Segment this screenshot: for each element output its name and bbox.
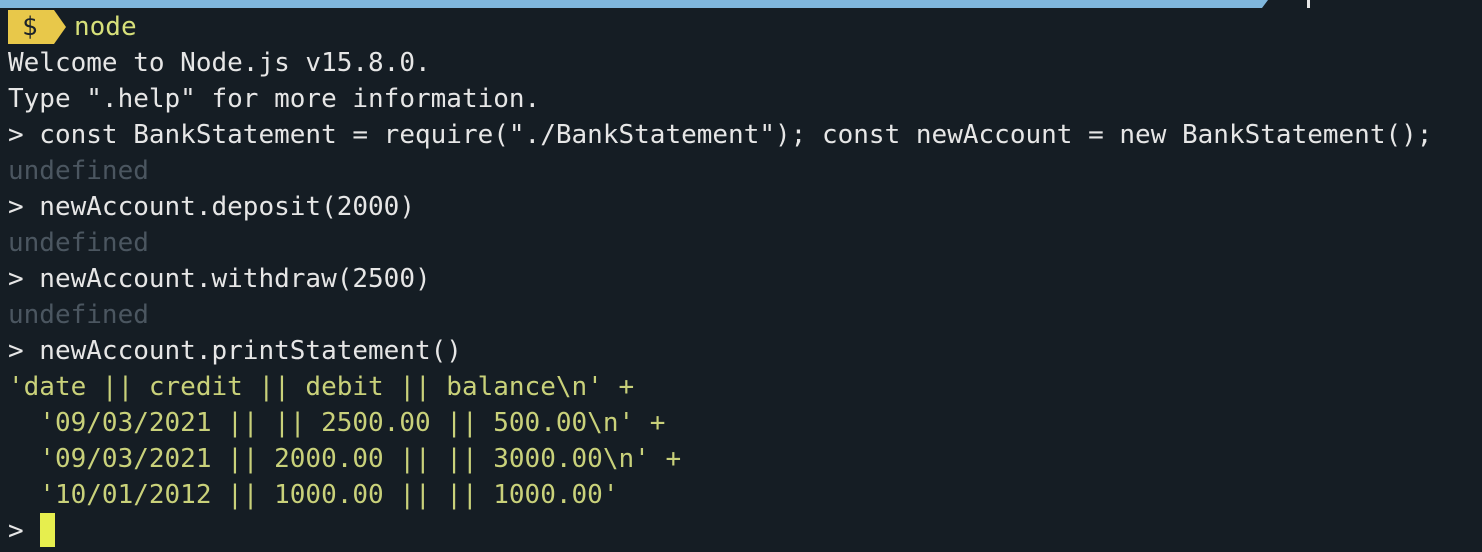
repl-result-line: undefined: [8, 300, 149, 330]
repl-result-line: undefined: [8, 156, 149, 186]
repl-input-line: > newAccount.printStatement(): [8, 336, 462, 366]
statement-output-line: '09/03/2021 || 2000.00 || || 3000.00\n' …: [8, 444, 682, 474]
path-tick: [1307, 0, 1310, 8]
repl-input-line: > newAccount.deposit(2000): [8, 192, 415, 222]
output-line: Welcome to Node.js v15.8.0.: [8, 48, 431, 78]
statement-output-line: '09/03/2021 || || 2500.00 || 500.00\n' +: [8, 408, 666, 438]
repl-input-line: > const BankStatement = require("./BankS…: [8, 120, 1433, 150]
repl-result-line: undefined: [8, 228, 149, 258]
path-segment: [0, 0, 1268, 8]
statement-output-line: 'date || credit || debit || balance\n' +: [8, 372, 635, 402]
prompt-badge: $: [8, 10, 66, 44]
statement-output-line: '10/01/2012 || 1000.00 || || 1000.00': [8, 480, 619, 510]
prompt-symbol: $: [22, 12, 38, 42]
repl-prompt: >: [8, 516, 24, 546]
terminal-cursor[interactable]: [40, 513, 55, 547]
repl-input-line: > newAccount.withdraw(2500): [8, 264, 431, 294]
shell-prompt: $ node: [8, 10, 137, 44]
shell-path-bar: [0, 0, 1482, 8]
output-line: Type ".help" for more information.: [8, 84, 541, 114]
shell-command: node: [74, 12, 137, 42]
